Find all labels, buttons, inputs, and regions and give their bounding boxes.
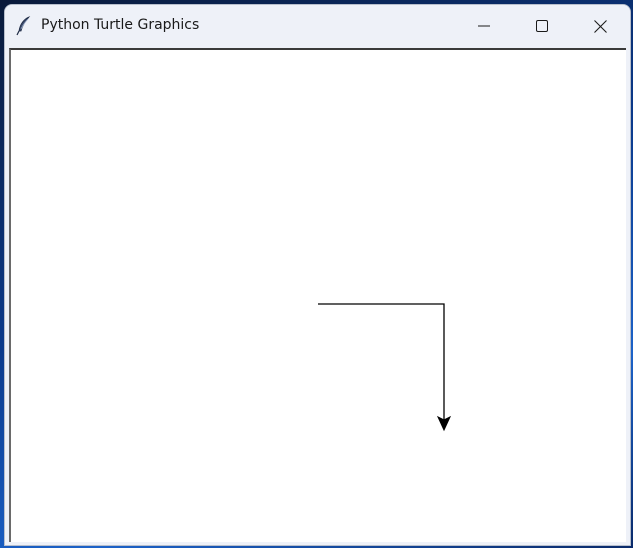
turtle-window: Python Turtle Graphics <box>4 4 631 546</box>
minimize-button[interactable] <box>455 5 513 47</box>
close-button[interactable] <box>571 5 629 47</box>
window-title: Python Turtle Graphics <box>41 17 200 33</box>
title-bar[interactable]: Python Turtle Graphics <box>5 5 630 47</box>
minimize-icon <box>478 25 490 27</box>
close-icon <box>593 19 607 33</box>
turtle-path <box>318 303 445 422</box>
turtle-canvas[interactable] <box>9 48 626 542</box>
maximize-button[interactable] <box>513 5 571 47</box>
maximize-icon <box>536 20 548 32</box>
feather-icon <box>16 16 31 36</box>
drawing-surface <box>318 303 452 432</box>
